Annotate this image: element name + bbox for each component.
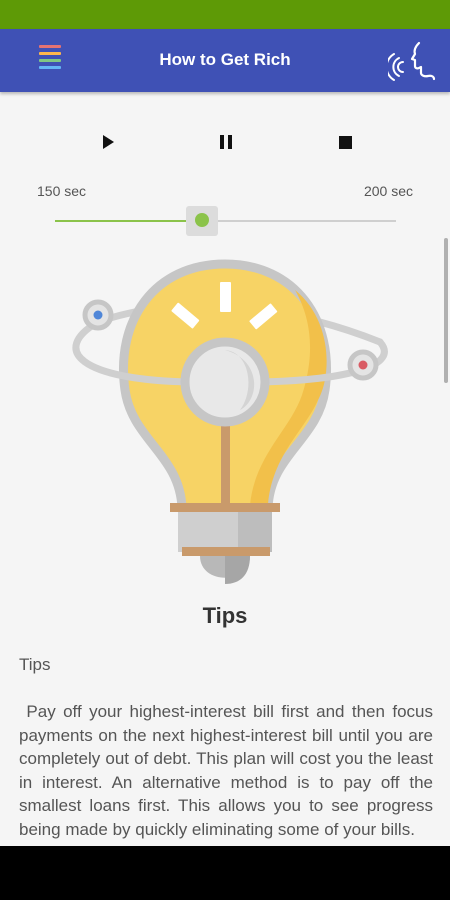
navigation-bar bbox=[0, 846, 450, 900]
app-bar: How to Get Rich bbox=[0, 29, 450, 92]
slider-fill bbox=[55, 220, 202, 222]
voice-icon[interactable] bbox=[385, 37, 438, 85]
play-icon bbox=[103, 135, 114, 149]
section-heading: Tips bbox=[19, 655, 51, 674]
pause-icon bbox=[220, 135, 232, 149]
slider-thumb[interactable] bbox=[194, 213, 209, 227]
app-title: How to Get Rich bbox=[159, 50, 291, 69]
pause-button[interactable] bbox=[202, 118, 250, 166]
speed-min-label: 150 sec bbox=[37, 183, 87, 199]
speed-slider[interactable] bbox=[55, 206, 396, 236]
article-body: Pay off your highest-interest bill first… bbox=[19, 702, 433, 839]
speed-max-label: 200 sec bbox=[363, 183, 413, 199]
image-caption: Tips bbox=[202, 603, 248, 628]
playback-controls bbox=[0, 118, 450, 166]
status-bar bbox=[0, 0, 450, 29]
play-button[interactable] bbox=[83, 118, 131, 166]
stop-icon bbox=[339, 136, 352, 149]
stop-button[interactable] bbox=[321, 118, 369, 166]
menu-line bbox=[39, 45, 61, 48]
lightbulb-illustration bbox=[50, 250, 400, 600]
scrollbar[interactable] bbox=[444, 238, 448, 383]
